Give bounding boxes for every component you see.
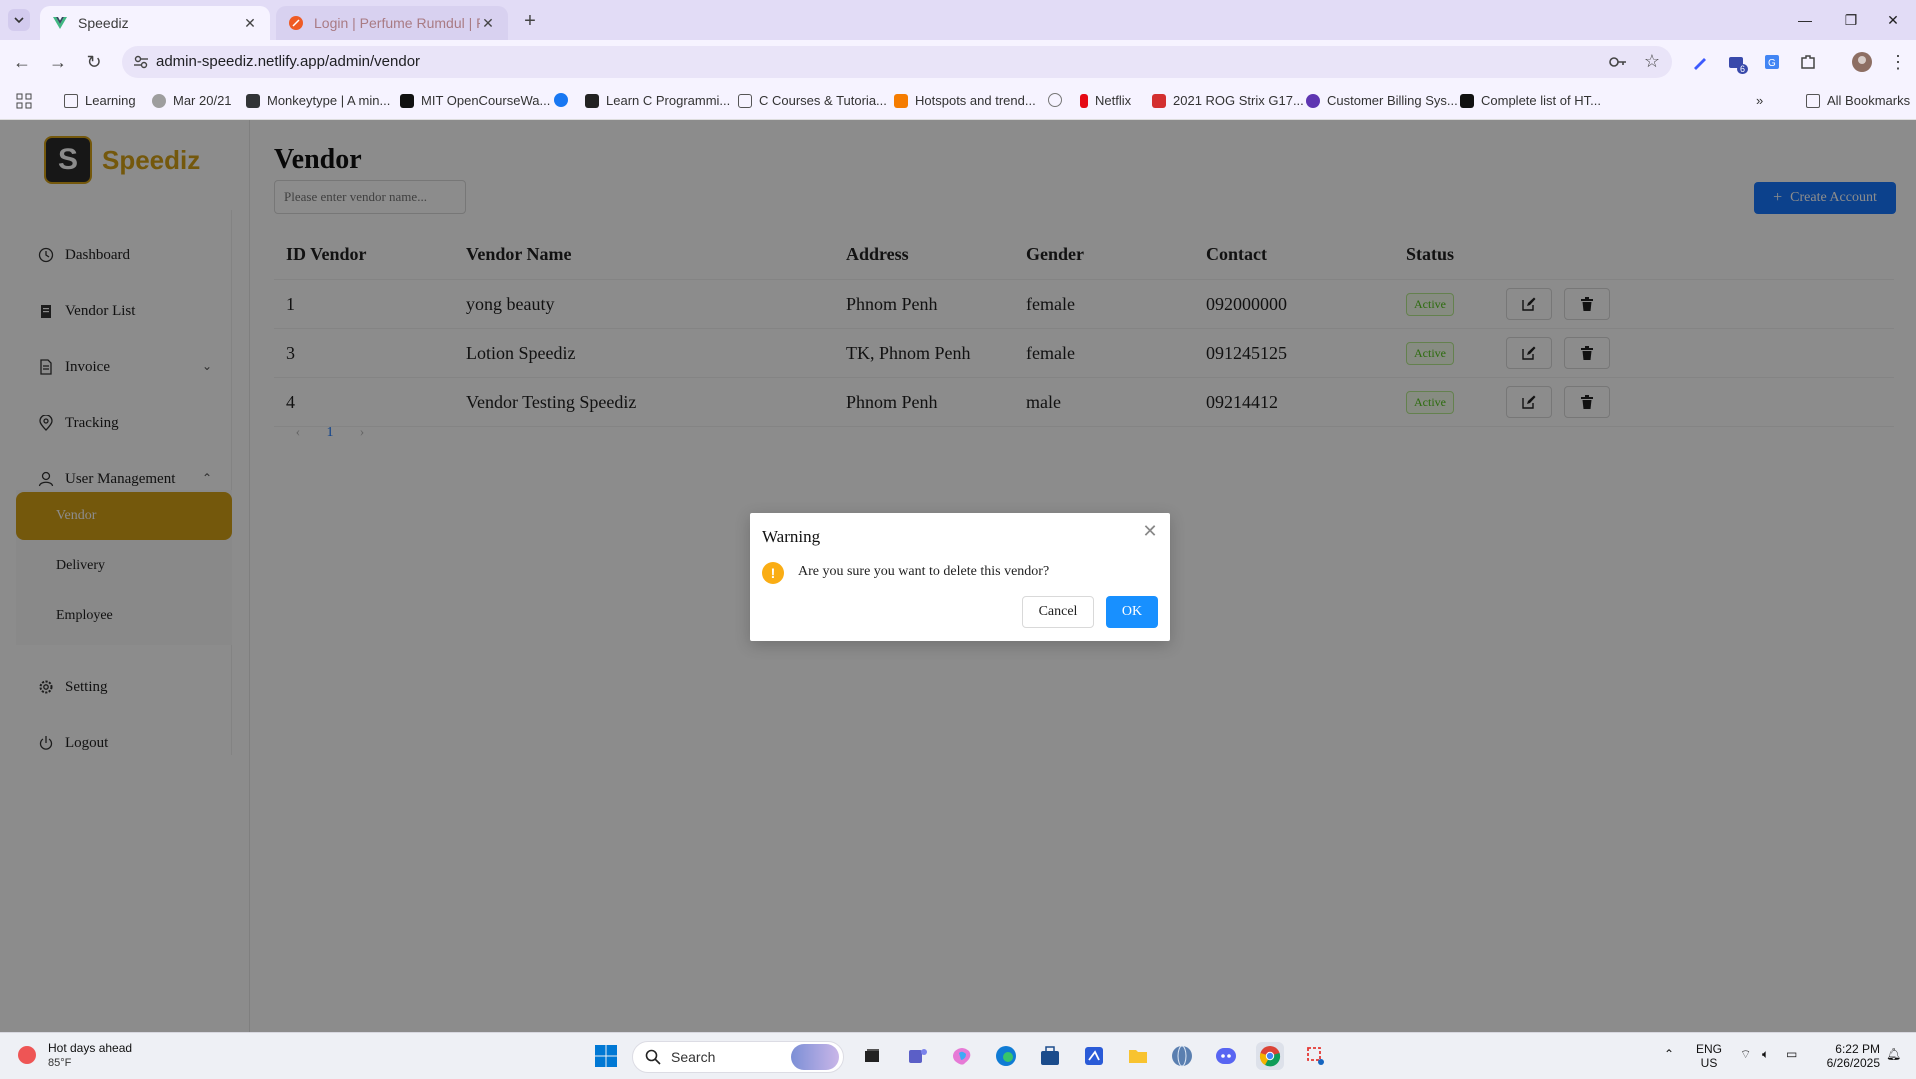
bookmarks-bar: Learning Mar 20/21 Monkeytype | A min...… — [0, 84, 1916, 120]
volume-icon[interactable]: 🔈︎ — [1762, 1047, 1769, 1062]
weather-widget[interactable]: Hot days ahead 85°F — [18, 1041, 132, 1069]
warning-icon: ! — [762, 562, 784, 584]
exploding-topics-icon — [894, 93, 908, 108]
facebook-icon — [554, 93, 568, 107]
clock[interactable]: 6:22 PM 6/26/2025 — [1820, 1042, 1880, 1070]
forward-icon[interactable]: → — [46, 50, 70, 74]
dialog-title: Warning — [762, 527, 821, 546]
bookmark-folder[interactable]: Learning — [64, 93, 136, 108]
bookmark-favicon-icon — [152, 93, 166, 108]
bookmark-item[interactable] — [1048, 93, 1069, 107]
browser-menu-icon[interactable]: ⋮ — [1886, 50, 1910, 74]
extension-shopping-icon[interactable]: 6 — [1724, 50, 1748, 74]
bookmark-item[interactable]: 2021 ROG Strix G17... — [1152, 93, 1304, 108]
language-indicator[interactable]: ENG US — [1696, 1042, 1722, 1070]
password-key-icon[interactable] — [1608, 53, 1628, 71]
more-bookmarks-icon[interactable]: » — [1756, 93, 1763, 108]
bookmark-star-icon[interactable]: ☆ — [1644, 51, 1660, 72]
discord-icon[interactable] — [1212, 1042, 1240, 1070]
netflix-icon — [1080, 93, 1088, 108]
close-window-icon[interactable]: ✕ — [1870, 8, 1916, 32]
reload-icon[interactable]: ↻ — [82, 50, 106, 74]
address-bar[interactable]: admin-speediz.netlify.app/admin/vendor ☆ — [122, 46, 1672, 78]
chevron-down-icon — [14, 17, 24, 24]
rog-icon — [1152, 93, 1166, 108]
all-bookmarks[interactable]: All Bookmarks — [1806, 93, 1910, 108]
vs-code-like-icon[interactable] — [1080, 1042, 1108, 1070]
browser-toolbar: ← → ↻ admin-speediz.netlify.app/admin/ve… — [0, 40, 1916, 84]
delete-confirm-dialog: Warning ✕ ! Are you sure you want to del… — [750, 513, 1170, 641]
bookmark-item[interactable]: Customer Billing Sys... — [1306, 93, 1458, 108]
bookmark-item[interactable]: Mar 20/21 — [152, 93, 232, 108]
bookmark-item[interactable]: Netflix — [1080, 93, 1131, 108]
tab-postman[interactable]: Login | Perfume Rumdul | Postm ✕ — [276, 6, 508, 40]
ok-button[interactable]: OK — [1106, 596, 1158, 628]
wifi-icon[interactable]: ⌔ — [1740, 1047, 1751, 1062]
store-icon[interactable] — [1036, 1042, 1064, 1070]
task-view-icon[interactable] — [858, 1042, 886, 1070]
chrome-icon[interactable] — [1256, 1042, 1284, 1070]
back-icon[interactable]: ← — [10, 50, 34, 74]
profile-avatar-icon[interactable] — [1850, 50, 1874, 74]
billing-icon — [1306, 93, 1320, 108]
weather-temp: 85°F — [48, 1057, 72, 1069]
extension-badge: 6 — [1736, 64, 1748, 74]
show-hidden-icons-icon[interactable]: ⌃ — [1664, 1047, 1674, 1061]
tab-title: Speediz — [78, 15, 129, 31]
tab-title: Login | Perfume Rumdul | Postm — [314, 15, 480, 31]
bookmark-item[interactable]: MIT OpenCourseWa... — [400, 93, 550, 108]
dialog-message: Are you sure you want to delete this ven… — [798, 564, 1050, 579]
file-explorer-icon[interactable] — [1124, 1042, 1152, 1070]
search-icon — [645, 1049, 661, 1065]
weather-title: Hot days ahead — [48, 1041, 133, 1055]
tab-search-button[interactable] — [8, 9, 30, 31]
globe-app-icon[interactable] — [1168, 1042, 1196, 1070]
windows-start-icon[interactable] — [592, 1042, 620, 1070]
windows-taskbar: Hot days ahead 85°F Search ⌃ ENG US ⌔ 🔈︎… — [0, 1032, 1916, 1079]
cancel-button[interactable]: Cancel — [1022, 596, 1094, 628]
close-tab-icon[interactable]: ✕ — [480, 15, 496, 32]
postman-favicon-icon — [289, 16, 303, 30]
bookmark-item[interactable]: Complete list of HT... — [1460, 93, 1601, 108]
browser-tabstrip: Speediz ✕ Login | Perfume Rumdul | Postm… — [0, 0, 1916, 40]
extension-pen-icon[interactable] — [1688, 50, 1712, 74]
battery-icon[interactable]: ▭ — [1786, 1047, 1797, 1061]
restore-icon[interactable]: ❐ — [1828, 8, 1874, 32]
site-info-icon[interactable] — [132, 53, 150, 71]
svg-text:G: G — [1768, 58, 1776, 69]
monkeytype-icon — [246, 93, 260, 108]
bookmark-item[interactable]: Hotspots and trend... — [894, 93, 1036, 108]
search-highlight-icon — [791, 1044, 839, 1070]
apps-grid-icon[interactable] — [16, 93, 32, 109]
bookmark-item[interactable]: C Courses & Tutoria... — [738, 93, 887, 108]
tab-speediz[interactable]: Speediz ✕ — [40, 6, 270, 40]
bookmark-favicon-icon — [1048, 93, 1062, 107]
thermometer-icon — [18, 1046, 36, 1064]
courses-icon — [738, 93, 752, 108]
minimize-icon[interactable]: ― — [1782, 8, 1828, 32]
learn-c-icon — [585, 93, 599, 108]
close-tab-icon[interactable]: ✕ — [242, 15, 258, 32]
bookmark-item[interactable]: Monkeytype | A min... — [246, 93, 390, 108]
edge-icon[interactable] — [992, 1042, 1020, 1070]
mit-icon — [400, 93, 414, 108]
copilot-icon[interactable] — [948, 1042, 976, 1070]
taskbar-search[interactable]: Search — [632, 1041, 844, 1073]
vue-favicon-icon — [53, 17, 67, 29]
folder-icon — [1806, 93, 1820, 108]
teams-icon[interactable] — [904, 1042, 932, 1070]
bookmark-item[interactable]: Learn C Programmi... — [585, 93, 730, 108]
notifications-icon[interactable]: 🔔︎ — [1886, 1047, 1901, 1061]
bookmark-item[interactable] — [554, 93, 575, 107]
extensions-puzzle-icon[interactable] — [1796, 50, 1820, 74]
folder-icon — [64, 93, 78, 108]
url-text: admin-speediz.netlify.app/admin/vendor — [156, 53, 421, 70]
snipping-tool-icon[interactable] — [1302, 1042, 1330, 1070]
translate-icon[interactable]: G — [1760, 50, 1784, 74]
new-tab-button[interactable]: + — [518, 9, 542, 33]
ff-icon — [1460, 93, 1474, 108]
close-icon[interactable]: ✕ — [1140, 521, 1160, 542]
